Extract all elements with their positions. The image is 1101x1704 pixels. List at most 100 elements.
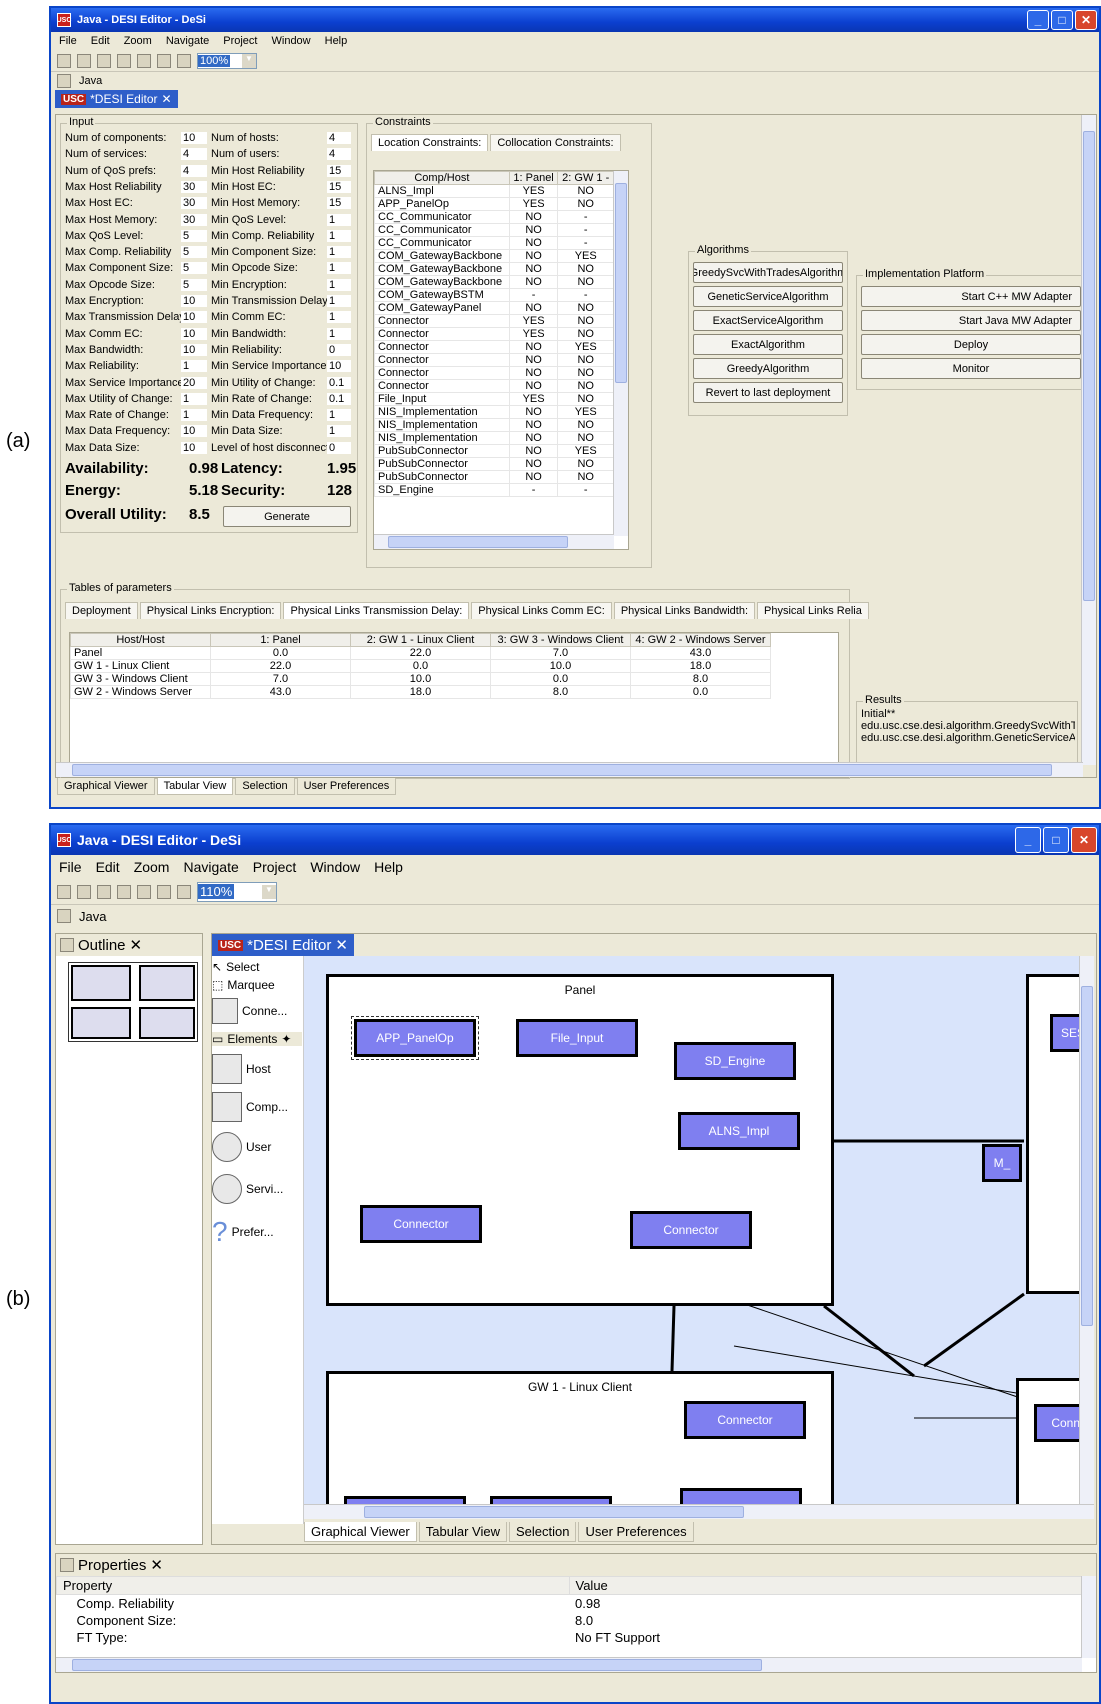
column-header[interactable]: 2: GW 1 - — [557, 171, 614, 185]
table-cell[interactable]: NO — [508, 301, 559, 315]
table-row[interactable]: Connector NO NO — [374, 366, 614, 380]
tab-parameters-4[interactable]: Physical Links Bandwidth: — [613, 602, 756, 619]
tab-constraints-0[interactable]: Location Constraints: — [371, 134, 489, 151]
table-cell[interactable]: SD_Engine — [374, 483, 510, 497]
table-cell[interactable]: NO — [557, 431, 614, 445]
input-field[interactable]: 5 — [181, 262, 207, 275]
table-cell[interactable]: Connector — [374, 379, 510, 393]
column-header[interactable]: Property — [56, 1576, 570, 1595]
table-cell[interactable]: YES — [508, 197, 559, 211]
table-cell[interactable]: PubSubConnector — [374, 470, 510, 484]
close-button[interactable]: ✕ — [1075, 10, 1097, 30]
table-cell[interactable]: COM_GatewayBSTM — [374, 288, 510, 302]
table-row[interactable]: ALNS_Impl YES NO — [374, 184, 614, 198]
table-cell[interactable]: COM_GatewayPanel — [374, 301, 510, 315]
table-cell[interactable]: 8.0 — [490, 685, 631, 699]
menu-file[interactable]: File — [59, 859, 82, 875]
component-ses[interactable]: SES_C — [1050, 1014, 1079, 1052]
table-cell[interactable]: YES — [557, 340, 614, 354]
table-cell[interactable]: - — [557, 210, 614, 224]
diagram-canvas[interactable]: Panel GW 1 - Linux Client APP_PanelOp Fi… — [304, 956, 1079, 1504]
table-cell[interactable]: YES — [557, 249, 614, 263]
column-header[interactable]: Host/Host — [70, 633, 211, 647]
table-cell[interactable]: NO — [557, 314, 614, 328]
menu-navigate[interactable]: Navigate — [183, 859, 238, 875]
table-row[interactable]: NIS_Implementation NO NO — [374, 418, 614, 432]
perspective-icon[interactable] — [57, 909, 71, 923]
input-field[interactable]: 1 — [327, 311, 351, 324]
table-cell[interactable]: 10.0 — [490, 659, 631, 673]
menu-help[interactable]: Help — [325, 35, 348, 47]
minimize-button[interactable]: _ — [1027, 10, 1049, 30]
table-row[interactable]: Connector NO YES — [374, 340, 614, 354]
tab-parameters-5[interactable]: Physical Links Relia — [757, 602, 869, 619]
editor-hscroll[interactable] — [56, 762, 1083, 777]
undo-icon[interactable] — [137, 53, 151, 68]
table-row[interactable]: COM_GatewayBackbone NO NO — [374, 262, 614, 276]
tab-user-preferences[interactable]: User Preferences — [296, 778, 397, 795]
table-cell[interactable]: NO — [508, 366, 559, 380]
palette-user[interactable]: User — [212, 1132, 271, 1162]
menu-file[interactable]: File — [59, 35, 77, 47]
table-cell[interactable]: NO — [557, 353, 614, 367]
table-cell[interactable]: CC_Communicator — [374, 210, 510, 224]
tab-parameters-3[interactable]: Physical Links Comm EC: — [471, 602, 612, 619]
editor-tab[interactable]: USC *DESI Editor ✕ — [55, 90, 178, 108]
tab-tabular-view[interactable]: Tabular View — [156, 778, 234, 795]
table-cell[interactable]: NO — [557, 392, 614, 406]
table-cell[interactable]: GW 2 - Windows Server — [70, 685, 211, 699]
table-cell[interactable]: CC_Communicator — [374, 223, 510, 237]
table-cell[interactable]: YES — [508, 392, 559, 406]
table-cell[interactable]: NO — [508, 379, 559, 393]
perspective-java[interactable]: Java — [79, 909, 106, 924]
table-cell[interactable]: 18.0 — [630, 659, 771, 673]
table-row[interactable]: CC_Communicator NO - — [374, 236, 614, 250]
table-cell[interactable]: NO — [557, 301, 614, 315]
algorithm-button-2[interactable]: ExactServiceAlgorithm — [693, 310, 843, 331]
input-field[interactable]: 15 — [327, 180, 351, 193]
tab-parameters-2[interactable]: Physical Links Transmission Delay: — [283, 602, 470, 619]
table-cell[interactable]: Connector — [374, 353, 510, 367]
input-field[interactable]: 0.1 — [327, 376, 351, 389]
tab-graphical-viewer[interactable]: Graphical Viewer — [57, 778, 155, 795]
table-cell[interactable]: NO — [557, 262, 614, 276]
component-connector-1[interactable]: Connector — [360, 1205, 482, 1243]
table-row[interactable]: Connector YES NO — [374, 327, 614, 341]
table-row[interactable]: FT Type: No FT Support — [57, 1629, 1082, 1646]
menu-project[interactable]: Project — [223, 35, 257, 47]
palette-service[interactable]: Servi... — [212, 1174, 283, 1204]
maximize-button[interactable]: □ — [1043, 827, 1069, 853]
table-cell[interactable]: - — [508, 288, 559, 302]
input-field[interactable]: 0 — [327, 441, 351, 454]
table-cell[interactable]: NO — [508, 275, 559, 289]
table-cell[interactable]: 0.0 — [210, 646, 351, 660]
title-bar[interactable]: USC Java - DESI Editor - DeSi _ □ ✕ — [51, 8, 1099, 32]
table-cell[interactable]: COM_GatewayBackbone — [374, 262, 510, 276]
table-cell[interactable]: NO — [508, 353, 559, 367]
input-field[interactable]: 5 — [181, 278, 207, 291]
column-header[interactable]: 1: Panel — [210, 633, 351, 647]
input-field[interactable]: 30 — [181, 197, 207, 210]
new-icon[interactable] — [57, 884, 71, 899]
table-cell[interactable]: 0.0 — [350, 659, 491, 673]
close-button[interactable]: ✕ — [1071, 827, 1097, 853]
input-field[interactable]: 10 — [181, 295, 207, 307]
input-field[interactable]: 1 — [327, 327, 351, 340]
column-header[interactable]: Value — [568, 1576, 1082, 1595]
minimize-button[interactable]: _ — [1015, 827, 1041, 853]
table-row[interactable]: COM_GatewayBackbone NO NO — [374, 275, 614, 289]
open-icon[interactable] — [117, 884, 131, 899]
table-cell[interactable]: NO — [508, 470, 559, 484]
table-row[interactable]: GW 1 - Linux Client 22.0 0.0 10.0 18.0 — [70, 659, 771, 673]
table-cell[interactable]: 43.0 — [210, 685, 351, 699]
input-field[interactable]: 4 — [181, 164, 207, 177]
palette-preference[interactable]: ? Prefer... — [212, 1216, 274, 1248]
table-cell[interactable]: 8.0 — [569, 1612, 1082, 1629]
component-alns-impl[interactable]: ALNS_Impl — [678, 1112, 800, 1150]
table-cell[interactable]: NO — [508, 418, 559, 432]
table-row[interactable]: PubSubConnector NO NO — [374, 470, 614, 484]
menu-edit[interactable]: Edit — [96, 859, 120, 875]
chevron-down-icon[interactable]: ▼ — [262, 884, 276, 899]
input-field[interactable]: 1 — [181, 409, 207, 422]
input-field[interactable]: 10 — [181, 425, 207, 438]
